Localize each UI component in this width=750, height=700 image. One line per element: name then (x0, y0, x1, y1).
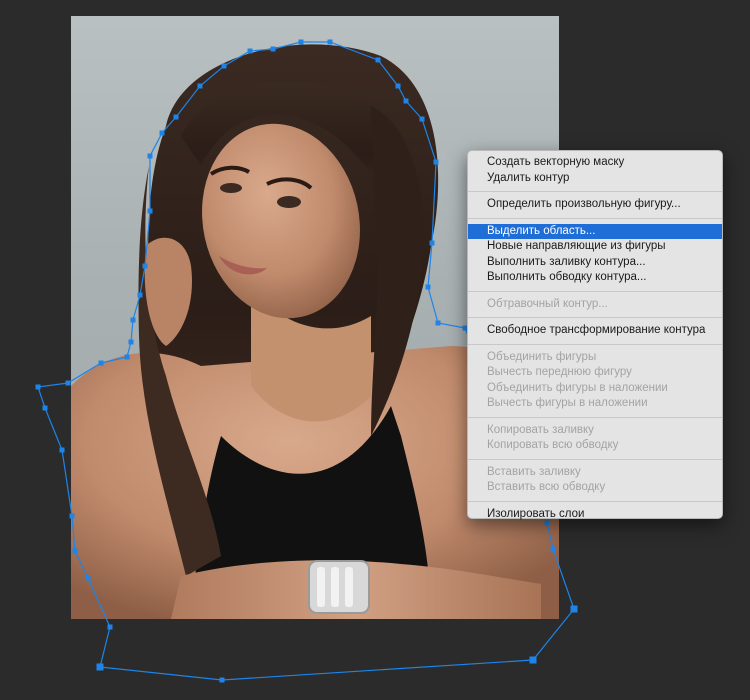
path-anchor-point[interactable] (142, 263, 148, 269)
path-anchor-point[interactable] (85, 575, 91, 581)
menu-separator (468, 416, 722, 418)
path-anchor-point[interactable] (137, 292, 143, 298)
menu-item[interactable]: Изолировать слои (468, 507, 722, 523)
path-anchor-point[interactable] (327, 39, 333, 45)
path-anchor-point[interactable] (147, 208, 153, 214)
path-anchor-point[interactable] (219, 677, 225, 683)
path-anchor-point[interactable] (130, 317, 136, 323)
menu-item[interactable]: Новые направляющие из фигуры (468, 239, 722, 255)
menu-item: Вставить всю обводку (487, 481, 606, 493)
path-anchor-point[interactable] (197, 83, 203, 89)
path-anchor-point[interactable] (298, 39, 304, 45)
menu-separator (468, 290, 722, 292)
path-anchor-point[interactable] (435, 320, 441, 326)
menu-item: Вставить заливку (487, 465, 581, 478)
path-anchor-point[interactable] (375, 57, 381, 63)
menu-item: Копировать всю обводку (487, 439, 619, 451)
path-anchor-point[interactable] (429, 240, 435, 246)
menu-item[interactable]: Выделить область... (468, 223, 722, 239)
menu-item: Вычесть фигуры в наложении (487, 397, 648, 409)
path-anchor-point[interactable] (419, 116, 425, 122)
menu-item[interactable]: Выполнить заливку контура... (468, 255, 722, 271)
path-anchor-point[interactable] (247, 48, 253, 54)
path-anchor-point[interactable] (403, 98, 409, 104)
path-anchor-point[interactable] (173, 114, 179, 120)
path-anchor-point[interactable] (59, 447, 65, 453)
path-anchor-point[interactable] (147, 153, 153, 159)
path-anchor-point[interactable] (395, 83, 401, 89)
path-anchor-point[interactable] (35, 384, 41, 390)
path-anchor-point[interactable] (107, 624, 113, 630)
menu-item: Обтравочный контур... (487, 297, 608, 310)
menu-item[interactable]: Создать векторную маску (468, 155, 722, 171)
path-anchor-point[interactable] (96, 663, 104, 671)
path-anchor-point[interactable] (69, 513, 75, 519)
menu-item: Объединить фигуры в наложении (487, 381, 668, 394)
path-anchor-point[interactable] (128, 339, 134, 345)
path-anchor-point[interactable] (98, 360, 104, 366)
menu-separator (468, 500, 722, 502)
menu-separator (468, 317, 722, 318)
menu-item[interactable]: Свободное трансформирование контура (468, 323, 722, 339)
path-anchor-point[interactable] (124, 354, 130, 360)
path-anchor-point[interactable] (159, 130, 165, 136)
path-anchor-point[interactable] (221, 63, 227, 69)
menu-separator (468, 191, 722, 192)
document-canvas[interactable]: Создать векторную маску Удалить контур Опр… (0, 0, 750, 700)
menu-item[interactable]: Определить произвольную фигуру... (468, 197, 722, 213)
menu-item: Копировать заливку (487, 423, 594, 436)
menu-item: Вычесть переднюю фигуру (487, 366, 632, 378)
path-anchor-point[interactable] (425, 284, 431, 290)
path-anchor-point[interactable] (570, 605, 578, 613)
menu-item[interactable]: Удалить контур (468, 171, 722, 187)
menu-separator (468, 458, 722, 460)
menu-separator (468, 343, 722, 345)
path-anchor-point[interactable] (72, 548, 78, 554)
path-anchor-point[interactable] (65, 380, 71, 386)
path-anchor-point[interactable] (270, 46, 276, 52)
menu-item[interactable]: Выполнить обводку контура... (468, 270, 722, 286)
path-anchor-point[interactable] (42, 405, 48, 411)
path-anchor-point[interactable] (433, 159, 439, 165)
context-menu: Создать векторную маску Удалить контур Опр… (467, 150, 723, 520)
path-anchor-point[interactable] (550, 546, 556, 552)
menu-item: Объединить фигуры (487, 350, 597, 363)
menu-separator (468, 217, 722, 219)
path-anchor-point[interactable] (529, 656, 537, 664)
